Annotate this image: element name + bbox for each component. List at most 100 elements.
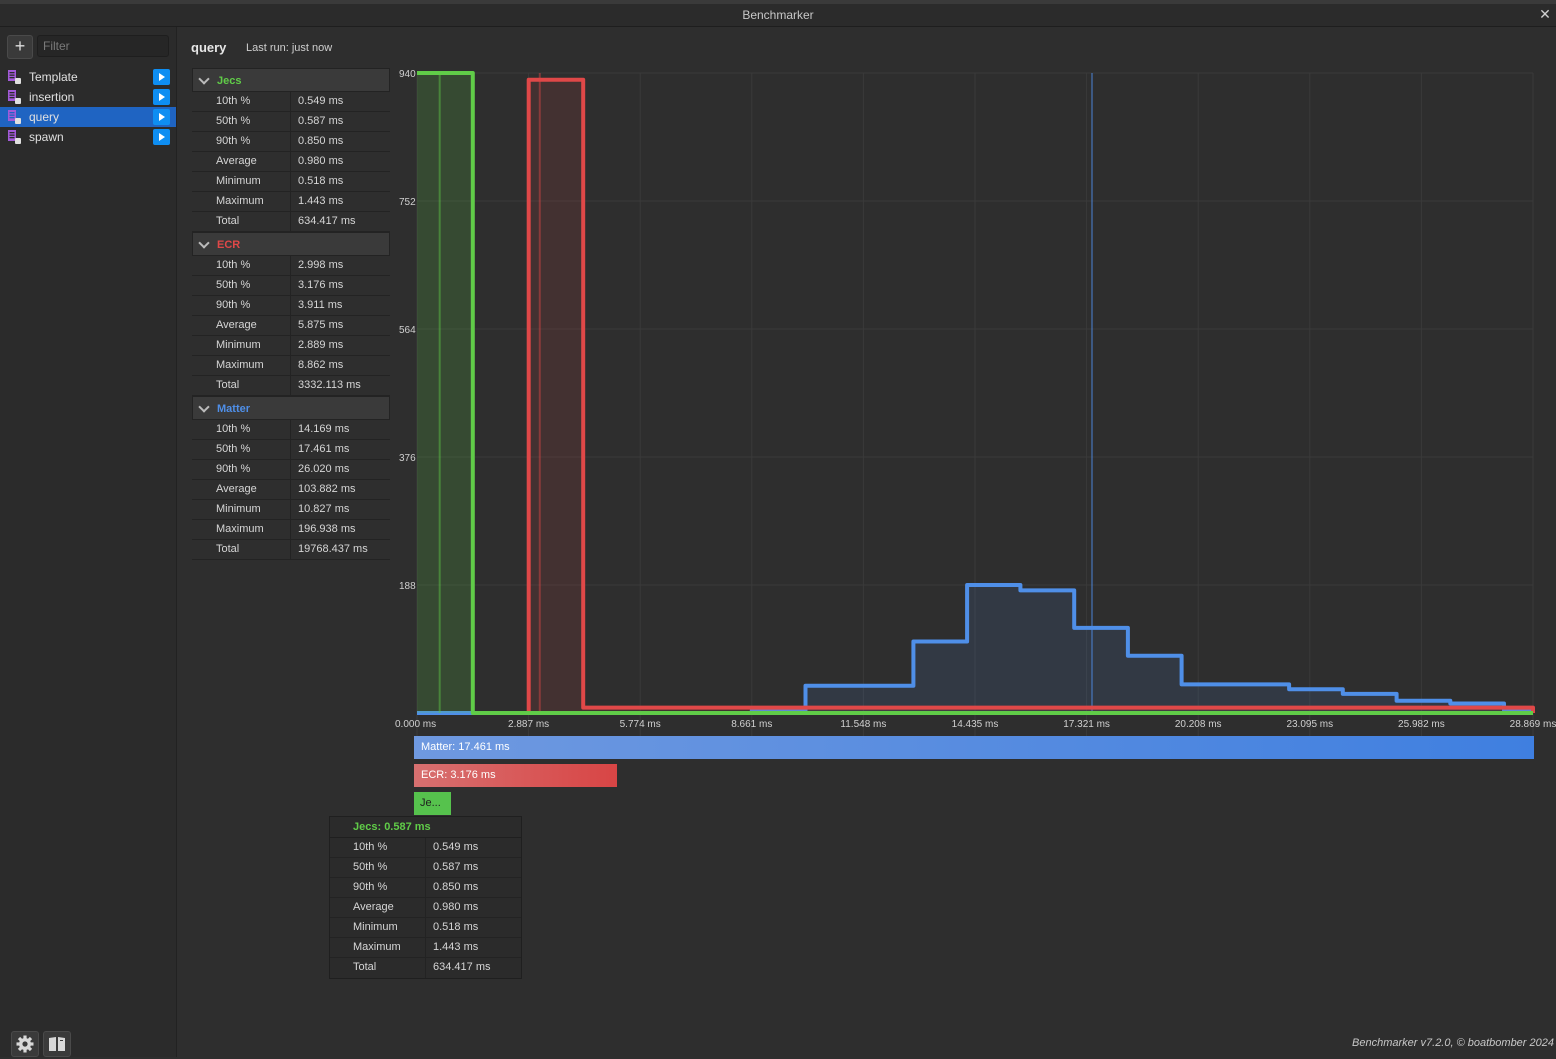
manual-book-icon[interactable] <box>43 1031 71 1057</box>
x-tick-label: 11.548 ms <box>840 719 886 730</box>
stats-panel: Jecs 10th % 0.549 ms 50th % 0.587 ms 90th … <box>192 68 390 560</box>
median-bar-matter[interactable]: Matter: 17.461 ms <box>414 736 1534 759</box>
run-play-icon[interactable] <box>153 109 170 125</box>
x-tick-label: 20.208 ms <box>1175 719 1222 730</box>
y-tick-label: 564 <box>399 325 416 336</box>
group-header-matter[interactable]: Matter <box>192 396 390 420</box>
stat-value: 0.850 ms <box>298 135 344 147</box>
stat-key: Minimum <box>192 336 291 355</box>
stat-key: Average <box>330 898 426 917</box>
x-tick-label: 0.000 ms <box>395 719 436 730</box>
stat-row: Total 3332.113 ms <box>192 376 390 396</box>
add-benchmark-button[interactable]: + <box>7 35 33 59</box>
stat-key: 10th % <box>330 838 426 857</box>
group-name: Jecs <box>217 75 242 87</box>
stat-row: Total 19768.437 ms <box>192 540 390 560</box>
group-header-jecs[interactable]: Jecs <box>192 68 390 92</box>
settings-gear-icon[interactable] <box>11 1031 39 1057</box>
y-tick-label: 188 <box>399 581 416 592</box>
stat-value: 0.980 ms <box>433 901 479 913</box>
stat-row: Minimum 0.518 ms <box>330 918 521 938</box>
benchmark-file-icon <box>8 70 21 84</box>
histogram-chart[interactable]: 940 752 564 376 188 0.000 ms 2.887 ms 5.774 ms 8… <box>391 60 1556 989</box>
benchmark-file-icon <box>8 130 21 144</box>
stat-row: Total 634.417 ms <box>192 212 390 232</box>
x-tick-label: 2.887 ms <box>508 719 549 730</box>
x-tick-label: 17.321 ms <box>1063 719 1110 730</box>
run-play-icon[interactable] <box>153 129 170 145</box>
group-name: ECR <box>217 239 241 251</box>
stat-key: 50th % <box>192 112 291 131</box>
stat-key: 90th % <box>192 132 291 151</box>
y-tick-label: 376 <box>399 453 416 464</box>
histogram-svg: 940 752 564 376 188 0.000 ms 2.887 ms 5.774 ms 8… <box>395 69 1556 989</box>
x-tick-label: 5.774 ms <box>620 719 661 730</box>
stat-value: 0.518 ms <box>433 921 479 933</box>
stat-key: 10th % <box>192 92 291 111</box>
stat-row: 50th % 0.587 ms <box>192 112 390 132</box>
stat-row: Maximum 1.443 ms <box>330 938 521 958</box>
stat-key: 90th % <box>330 878 426 897</box>
stat-value: 0.587 ms <box>433 861 479 873</box>
chevron-down-icon <box>200 74 208 83</box>
stat-value: 0.518 ms <box>298 175 344 187</box>
stat-row: Average 103.882 ms <box>192 480 390 500</box>
filter-input[interactable] <box>37 35 169 57</box>
y-tick-label: 940 <box>399 69 416 80</box>
stat-key: Maximum <box>192 520 291 539</box>
stat-value: 0.549 ms <box>433 841 479 853</box>
close-icon[interactable]: ✕ <box>1536 5 1554 23</box>
x-tick-label: 23.095 ms <box>1286 719 1333 730</box>
stat-value: 196.938 ms <box>298 523 356 535</box>
stat-row: 90th % 3.911 ms <box>192 296 390 316</box>
run-play-icon[interactable] <box>153 89 170 105</box>
group-header-ecr[interactable]: ECR <box>192 232 390 256</box>
stat-key: 90th % <box>192 296 291 315</box>
stat-row: 10th % 14.169 ms <box>192 420 390 440</box>
stat-key: Total <box>192 540 291 559</box>
run-play-icon[interactable] <box>153 69 170 85</box>
stat-row: Average 0.980 ms <box>330 898 521 918</box>
stat-value: 10.827 ms <box>298 503 350 515</box>
stat-value: 103.882 ms <box>298 483 356 495</box>
stat-value: 634.417 ms <box>433 961 491 973</box>
stat-row: 50th % 0.587 ms <box>330 858 521 878</box>
stat-key: Average <box>192 316 291 335</box>
stat-row: 10th % 0.549 ms <box>192 92 390 112</box>
stat-value: 3.176 ms <box>298 279 344 291</box>
stat-row: 10th % 0.549 ms <box>330 838 521 858</box>
benchmark-item[interactable]: query <box>0 107 176 127</box>
stat-key: Maximum <box>330 938 426 957</box>
group-name: Matter <box>217 403 251 415</box>
stat-value: 3.911 ms <box>298 299 343 311</box>
stat-key: Average <box>192 152 291 171</box>
stat-value: 1.443 ms <box>298 195 344 207</box>
median-bar-jecs[interactable]: Je... <box>414 792 451 815</box>
stat-key: 10th % <box>192 420 291 439</box>
stat-value: 634.417 ms <box>298 215 356 227</box>
stat-row: Maximum 1.443 ms <box>192 192 390 212</box>
stat-row: Minimum 10.827 ms <box>192 500 390 520</box>
stat-row: Maximum 8.862 ms <box>192 356 390 376</box>
sidebar: + Template insertion query spawn <box>0 27 177 1057</box>
tooltip-jecs: Jecs: 0.587 ms 10th % 0.549 ms 50th % 0.58… <box>329 816 522 979</box>
benchmark-item[interactable]: insertion <box>0 87 176 107</box>
stat-key: Average <box>192 480 291 499</box>
benchmark-item[interactable]: Template <box>0 67 176 87</box>
stat-key: Maximum <box>192 356 291 375</box>
x-tick-label: 28.869 ms <box>1510 719 1556 730</box>
median-bar-ecr[interactable]: ECR: 3.176 ms <box>414 764 617 787</box>
benchmark-item-label: spawn <box>29 130 64 144</box>
stat-key: Minimum <box>330 918 426 937</box>
stat-row: 10th % 2.998 ms <box>192 256 390 276</box>
stat-key: 10th % <box>192 256 291 275</box>
stat-key: Total <box>330 958 426 978</box>
stat-key: Total <box>192 212 291 231</box>
page-title: query <box>191 40 227 55</box>
benchmark-file-icon <box>8 110 21 124</box>
stat-row: 90th % 0.850 ms <box>192 132 390 152</box>
stat-key: Maximum <box>192 192 291 211</box>
stat-key: Minimum <box>192 172 291 191</box>
benchmark-item[interactable]: spawn <box>0 127 176 147</box>
stat-row: Minimum 2.889 ms <box>192 336 390 356</box>
